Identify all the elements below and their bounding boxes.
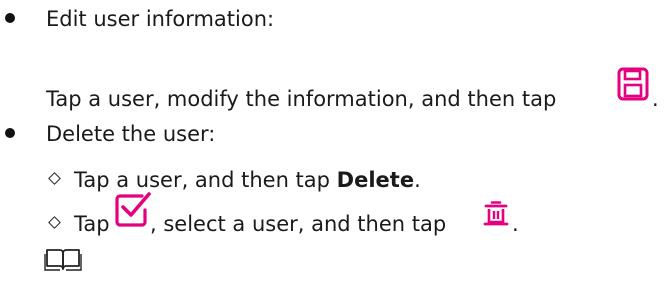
edit-user-detail-text: Tap a user, modify the information, and … — [46, 87, 557, 111]
delete-keyword: Delete — [336, 168, 415, 192]
delete-option-two-tap: Tap — [74, 212, 110, 236]
book-icon — [44, 249, 82, 271]
sub-bullet-marker — [48, 172, 61, 185]
save-icon[interactable] — [616, 66, 650, 102]
document-page: { "items": [ { "heading": "Edit user inf… — [0, 0, 667, 296]
bullet-marker — [5, 128, 15, 138]
edit-user-detail-period: . — [652, 87, 659, 111]
trash-icon[interactable] — [482, 200, 510, 230]
checkbox-icon[interactable] — [114, 188, 152, 228]
delete-user-heading: Delete the user: — [46, 122, 216, 146]
bullet-marker — [5, 13, 15, 23]
edit-user-heading: Edit user information: — [46, 7, 275, 31]
delete-option-two-text: , select a user, and then tap — [150, 212, 447, 236]
delete-option-two-period: . — [512, 212, 519, 236]
edit-user-detail: Tap a user, modify the information, and … — [46, 85, 556, 113]
sub-bullet-marker — [48, 216, 61, 229]
delete-option-one-period: . — [414, 168, 421, 192]
